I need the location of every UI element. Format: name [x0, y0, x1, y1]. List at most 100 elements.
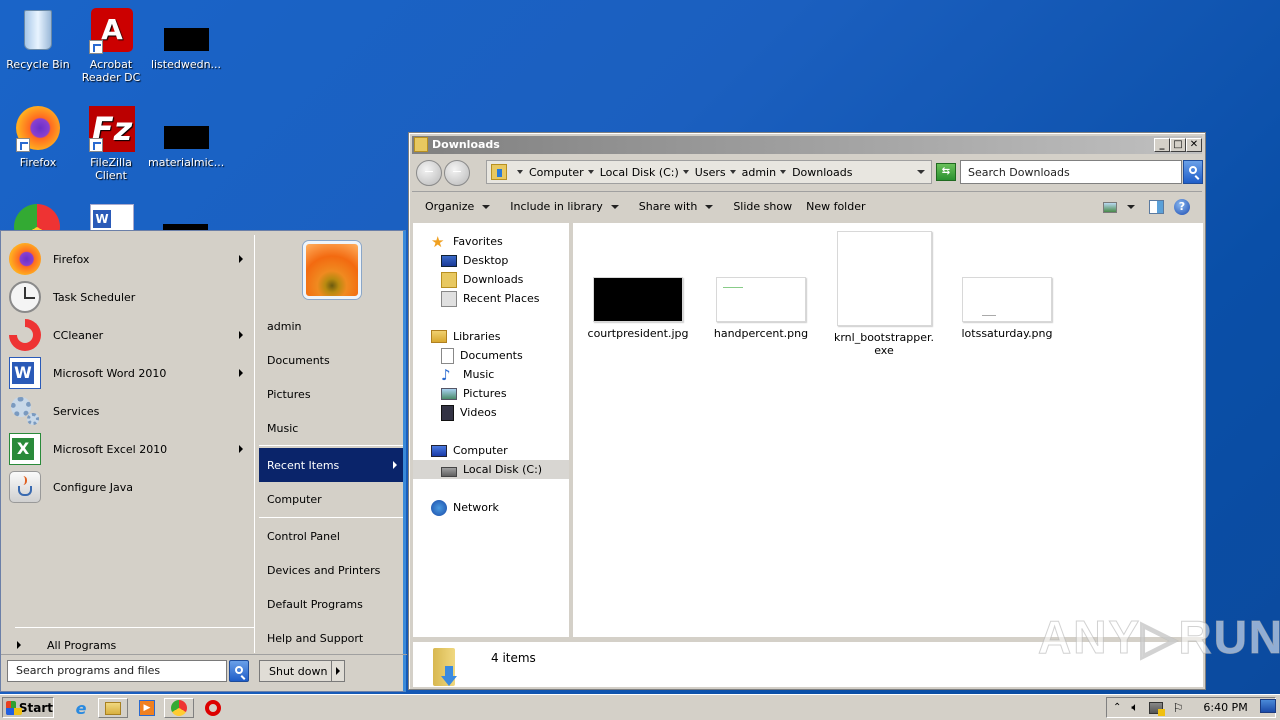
start-search-button[interactable] [229, 660, 249, 682]
nav-recent-places[interactable]: Recent Places [413, 289, 569, 308]
nav-desktop[interactable]: Desktop [413, 251, 569, 270]
place-documents[interactable]: Documents [259, 343, 403, 377]
nav-local-disk[interactable]: Local Disk (C:) [413, 460, 569, 479]
share-with-button[interactable]: Share with [639, 200, 714, 213]
nav-downloads[interactable]: Downloads [413, 270, 569, 289]
chevron-down-icon[interactable] [729, 170, 736, 174]
chevron-down-icon[interactable] [1127, 205, 1135, 209]
chevron-down-icon[interactable] [682, 170, 689, 174]
new-folder-button[interactable]: New folder [806, 200, 865, 213]
forward-button[interactable] [444, 160, 470, 186]
nav-computer[interactable]: Computer [413, 441, 569, 460]
start-search-input[interactable]: Search programs and files [7, 660, 227, 682]
place-devices-printers[interactable]: Devices and Printers [259, 553, 403, 587]
desktop-icon-firefox[interactable]: Firefox [0, 104, 76, 169]
chevron-down-icon[interactable] [587, 170, 594, 174]
show-hidden-icons-button[interactable]: ⌃ [1113, 702, 1121, 713]
address-bar[interactable]: Computer Local Disk (C:) Users admin Dow… [486, 160, 932, 184]
all-programs-button[interactable]: All Programs [13, 635, 253, 655]
word-icon: W [93, 210, 111, 228]
shutdown-button[interactable]: Shut down [259, 660, 345, 682]
include-in-library-button[interactable]: Include in library [510, 200, 619, 213]
submenu-arrow-icon [239, 331, 243, 339]
taskbar-explorer[interactable] [98, 698, 128, 718]
action-center-flag-icon[interactable]: ⚐ [1173, 701, 1184, 715]
program-task-scheduler[interactable]: Task Scheduler [9, 279, 253, 315]
desktop-icon-materialmic[interactable]: materialmic... [148, 104, 224, 169]
start-button[interactable]: Start [2, 697, 54, 718]
nav-documents[interactable]: Documents [413, 346, 569, 365]
clock[interactable]: 6:40 PM [1203, 701, 1247, 714]
desktop-icon-filezilla[interactable]: Fz FileZilla Client [73, 104, 149, 182]
chevron-down-icon[interactable] [517, 170, 523, 174]
nav-favorites[interactable]: ★ Favorites [413, 232, 569, 251]
place-control-panel[interactable]: Control Panel [259, 519, 403, 553]
chevron-down-icon [610, 204, 619, 209]
place-computer[interactable]: Computer [259, 482, 403, 516]
breadcrumb-users[interactable]: Users [695, 166, 726, 179]
nav-libraries[interactable]: Libraries [413, 327, 569, 346]
desktop-icon-recycle-bin[interactable]: Recycle Bin [0, 6, 76, 71]
place-default-programs[interactable]: Default Programs [259, 587, 403, 621]
nav-network[interactable]: Network [413, 498, 569, 517]
organize-button[interactable]: Organize [425, 200, 491, 213]
file-item[interactable]: krnl_bootstrapper. exe [829, 231, 939, 357]
program-word-2010[interactable]: W Microsoft Word 2010 [9, 355, 253, 391]
breadcrumb-downloads[interactable]: Downloads [792, 166, 852, 179]
taskbar-opera[interactable] [198, 698, 228, 718]
help-icon[interactable]: ? [1174, 199, 1190, 215]
taskbar-media-player[interactable]: ▶ [132, 698, 162, 718]
program-firefox[interactable]: Firefox [9, 241, 253, 277]
nav-videos[interactable]: Videos [413, 403, 569, 422]
file-item[interactable]: courtpresident.jpg [583, 277, 693, 340]
maximize-button[interactable]: □ [1170, 138, 1186, 152]
folder-icon [105, 701, 121, 715]
window-titlebar[interactable]: Downloads _ □ ✕ [412, 136, 1202, 154]
place-music[interactable]: Music [259, 411, 403, 445]
divider [254, 235, 255, 653]
firefox-icon [14, 104, 62, 152]
desktop-icon-word-partial[interactable]: W [90, 204, 134, 232]
preview-pane-icon[interactable] [1149, 200, 1164, 214]
taskbar-chrome[interactable] [164, 698, 194, 718]
show-desktop-button[interactable] [1260, 699, 1276, 713]
file-item[interactable]: lotssaturday.png [952, 277, 1062, 340]
place-help-support[interactable]: Help and Support [259, 621, 403, 655]
change-view-icon[interactable] [1103, 201, 1117, 213]
refresh-button[interactable]: ⇆ [936, 163, 956, 181]
network-warning-icon[interactable] [1148, 701, 1165, 716]
program-ccleaner[interactable]: CCleaner [9, 317, 253, 353]
taskbar-ie[interactable]: e [66, 698, 96, 718]
submenu-arrow-icon [393, 461, 397, 469]
user-avatar[interactable] [303, 241, 361, 299]
desktop-icon-listedwedn[interactable]: listedwedn... [148, 6, 224, 71]
slide-show-button[interactable]: Slide show [733, 200, 792, 213]
breadcrumb-computer[interactable]: Computer [529, 166, 584, 179]
folder-downloads-icon [441, 271, 457, 288]
submenu-arrow-icon [239, 369, 243, 377]
search-button[interactable] [1183, 160, 1203, 184]
minimize-button[interactable]: _ [1154, 138, 1170, 152]
nav-pictures[interactable]: Pictures [413, 384, 569, 403]
file-item[interactable]: handpercent.png [706, 277, 816, 340]
music-icon: ♪ [441, 365, 451, 384]
breadcrumb-local-disk[interactable]: Local Disk (C:) [600, 166, 679, 179]
close-button[interactable]: ✕ [1186, 138, 1202, 152]
volume-icon[interactable]: 🔈︎ [1131, 700, 1138, 715]
search-downloads-input[interactable]: Search Downloads [960, 160, 1182, 184]
excel-icon: X [9, 433, 41, 465]
place-admin[interactable]: admin [259, 309, 403, 343]
place-recent-items[interactable]: Recent Items [259, 448, 403, 482]
program-services[interactable]: Services [9, 393, 253, 429]
back-button[interactable] [416, 160, 442, 186]
shutdown-options-button[interactable] [332, 661, 344, 681]
chevron-down-icon[interactable] [780, 170, 787, 174]
address-history-dropdown[interactable] [917, 170, 925, 174]
nav-music[interactable]: ♪ Music [413, 365, 569, 384]
place-pictures[interactable]: Pictures [259, 377, 403, 411]
program-excel-2010[interactable]: X Microsoft Excel 2010 [9, 431, 253, 467]
breadcrumb-admin[interactable]: admin [742, 166, 776, 179]
program-configure-java[interactable]: Configure Java [9, 469, 253, 505]
desktop-icon-acrobat[interactable]: A Acrobat Reader DC [73, 6, 149, 84]
submenu-arrow-icon [239, 445, 243, 453]
